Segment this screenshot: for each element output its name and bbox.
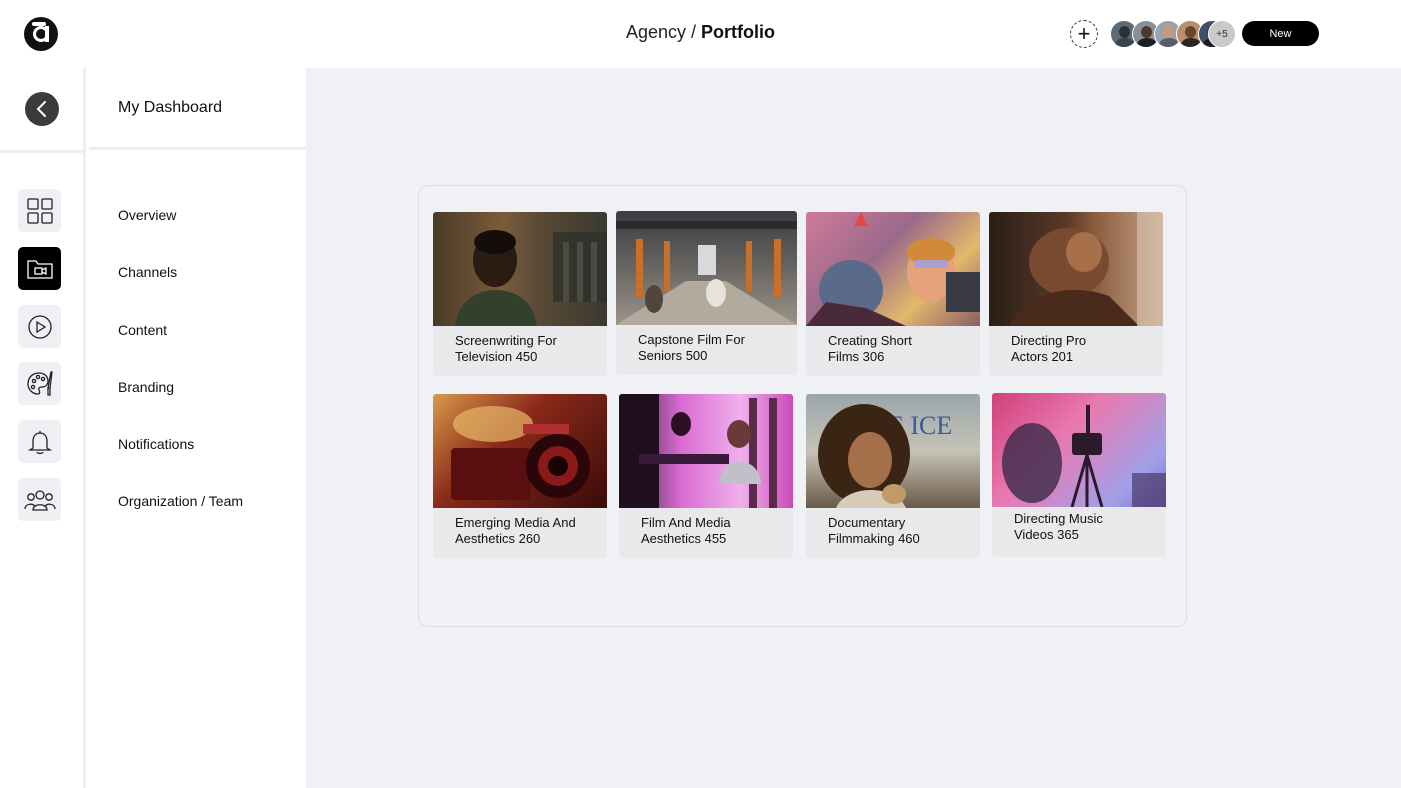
secondary-nav: My Dashboard Overview Channels Content B… (89, 68, 306, 788)
icon-rail (0, 68, 86, 788)
breadcrumb-current: Portfolio (701, 22, 776, 42)
course-thumbnail (619, 394, 793, 508)
course-thumbnail (806, 212, 980, 326)
course-card[interactable]: Capstone Film For Seniors 500 (616, 211, 797, 375)
video-folder-icon (26, 259, 53, 279)
course-card[interactable]: E ICE Documentary Filmmaking 460 (806, 394, 980, 558)
course-title: Directing Pro Actors 201 (1011, 333, 1087, 364)
course-title: Creating Short Films 306 (828, 333, 912, 364)
course-title: Emerging Media And Aesthetics 260 (455, 515, 576, 546)
course-title: Directing Music Videos 365 (1014, 511, 1103, 542)
nav-item-overview[interactable]: Overview (118, 207, 176, 223)
plus-icon: + (1077, 21, 1091, 46)
course-thumbnail (616, 211, 797, 325)
course-thumbnail (433, 212, 607, 326)
breadcrumb-parent[interactable]: Agency (626, 22, 686, 42)
play-circle-icon (27, 314, 52, 339)
chevron-left-icon (36, 101, 46, 117)
breadcrumb-separator: / (686, 22, 702, 42)
course-card[interactable]: Screenwriting For Television 450 (433, 212, 607, 376)
course-card[interactable]: Creating Short Films 306 (806, 212, 980, 376)
main-content: Screenwriting For Television 450 Capstone… (306, 68, 1401, 788)
course-grid-panel: Screenwriting For Television 450 Capstone… (418, 185, 1187, 627)
top-header: Agency / Portfolio + +5 New (0, 0, 1401, 68)
course-thumbnail (989, 212, 1163, 326)
course-title: Documentary Filmmaking 460 (828, 515, 920, 546)
course-thumbnail: E ICE (806, 394, 980, 508)
rail-item-branding[interactable] (18, 362, 61, 405)
rail-item-video-folder[interactable] (18, 247, 61, 290)
divider (0, 150, 86, 153)
palette-icon (26, 370, 53, 396)
nav-item-notifications[interactable]: Notifications (118, 436, 194, 452)
course-thumbnail (433, 394, 607, 508)
back-button[interactable] (25, 92, 59, 126)
new-button[interactable]: New (1242, 21, 1319, 46)
rail-item-dashboard[interactable] (18, 189, 61, 232)
nav-item-branding[interactable]: Branding (118, 379, 174, 395)
rail-item-play[interactable] (18, 305, 61, 348)
rail-item-team[interactable] (18, 478, 61, 521)
nav-item-organization-team[interactable]: Organization / Team (118, 493, 243, 509)
team-icon (23, 489, 56, 511)
nav-item-content[interactable]: Content (118, 322, 167, 338)
nav-title: My Dashboard (89, 68, 306, 150)
add-member-button[interactable]: + (1070, 20, 1098, 48)
course-title: Capstone Film For Seniors 500 (638, 332, 745, 363)
bell-icon (27, 430, 52, 454)
nav-item-channels[interactable]: Channels (118, 264, 177, 280)
course-thumbnail (992, 393, 1166, 507)
course-title: Screenwriting For Television 450 (455, 333, 557, 364)
course-card[interactable]: Film And Media Aesthetics 455 (619, 394, 793, 558)
rail-item-notifications[interactable] (18, 420, 61, 463)
course-card[interactable]: Directing Music Videos 365 (992, 393, 1166, 557)
grid-icon (26, 197, 53, 224)
course-title: Film And Media Aesthetics 455 (641, 515, 731, 546)
course-card[interactable]: Directing Pro Actors 201 (989, 212, 1163, 376)
course-card[interactable]: Emerging Media And Aesthetics 260 (433, 394, 607, 558)
more-avatars-badge[interactable]: +5 (1208, 20, 1236, 48)
